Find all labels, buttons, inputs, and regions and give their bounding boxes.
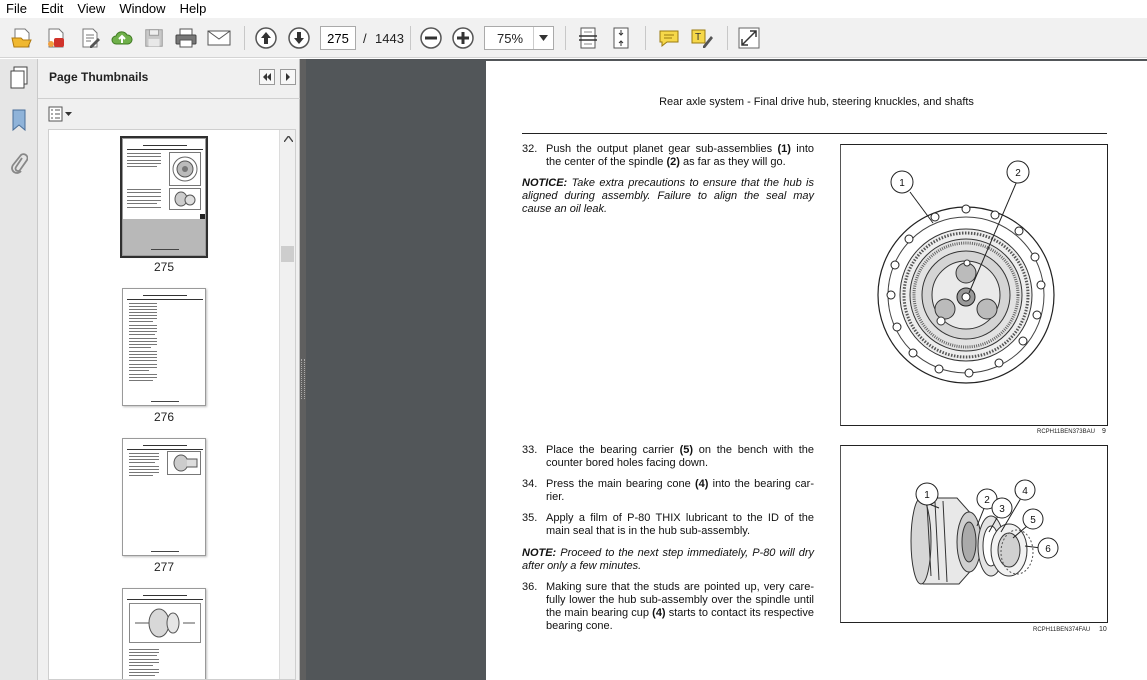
step-33: 33. Place the bearing carrier (5) on the… xyxy=(522,444,814,472)
thumbnail-number: 275 xyxy=(153,260,175,274)
step-number: 33. xyxy=(522,444,538,456)
figure-caption: RCPH11BEN373BAU xyxy=(1037,429,1095,435)
thumbnail-scrollbar[interactable] xyxy=(279,130,295,679)
highlight-text-icon[interactable]: T xyxy=(688,24,716,52)
svg-text:T: T xyxy=(695,32,701,43)
expand-icon[interactable] xyxy=(735,24,763,52)
callout-label: 5 xyxy=(1030,515,1036,526)
figure-number: 9 xyxy=(1102,428,1106,435)
create-pdf-icon[interactable] xyxy=(42,24,70,52)
step-text: Place the bearing carrier (5) on the ben… xyxy=(546,444,814,469)
callout-label: 1 xyxy=(899,178,905,189)
thumbnail-page-275[interactable] xyxy=(120,136,208,258)
menu-view[interactable]: View xyxy=(71,0,111,18)
step-36: 36. Making sure that the studs are point… xyxy=(522,581,814,635)
page-header: Rear axle system - Final drive hub, stee… xyxy=(659,96,974,108)
step-34: 34. Press the main bearing cone (4) into… xyxy=(522,478,814,506)
callout-label: 2 xyxy=(1015,168,1021,179)
thumbnail-page-276[interactable] xyxy=(122,288,206,406)
document-page: Rear axle system - Final drive hub, stee… xyxy=(486,61,1147,680)
notice-text: NOTICE: Take extra precautions to ensure… xyxy=(522,177,814,215)
toolbar: / 1443 75% T xyxy=(0,18,1147,58)
panel-title: Page Thumbnails xyxy=(49,70,149,84)
next-page-icon[interactable] xyxy=(285,24,313,52)
zoom-value: 75% xyxy=(497,31,524,46)
callout-label: 4 xyxy=(1022,486,1028,497)
pdf-viewer-window: File Edit View Window Help 275 / 1443 75… xyxy=(0,0,1147,680)
thumbnail-page-278[interactable] xyxy=(122,588,206,679)
splitter-grip[interactable] xyxy=(301,359,305,399)
callout-label: 3 xyxy=(999,504,1005,515)
document-viewer: Rear axle system - Final drive hub, stee… xyxy=(306,59,1147,680)
step-number: 36. xyxy=(522,581,538,593)
menu-file[interactable]: File xyxy=(0,0,33,18)
figure-number: 10 xyxy=(1099,626,1107,633)
callout-label: 2 xyxy=(984,495,990,506)
scrollbar-thumb[interactable] xyxy=(281,246,294,262)
thumbnail-number: 277 xyxy=(153,560,175,574)
callout-label: 6 xyxy=(1045,544,1051,555)
zoom-out-icon[interactable] xyxy=(417,24,445,52)
thumbnails-panel: Page Thumbnails 275 276 277 xyxy=(38,59,300,680)
step-text: Making sure that the studs are pointed u… xyxy=(546,581,814,632)
upload-cloud-icon[interactable] xyxy=(108,24,136,52)
step-number: 34. xyxy=(522,478,538,490)
thumbnails-header: Page Thumbnails xyxy=(38,59,300,99)
callout-label: 1 xyxy=(924,490,930,501)
header-rule xyxy=(522,133,1107,134)
page-number-input[interactable] xyxy=(320,26,356,50)
scroll-up-icon[interactable] xyxy=(280,132,295,146)
expand-panel-icon[interactable] xyxy=(280,69,296,85)
previous-page-icon[interactable] xyxy=(252,24,280,52)
zoom-select[interactable]: 75% xyxy=(484,26,554,50)
zoom-in-icon[interactable] xyxy=(449,24,477,52)
page-thumbnails-icon[interactable] xyxy=(6,65,32,91)
chevron-down-icon[interactable] xyxy=(533,27,553,49)
open-file-icon[interactable] xyxy=(8,24,36,52)
step-number: 32. xyxy=(522,143,538,155)
step-text: Apply a film of P-80 THIX lubricant to t… xyxy=(546,512,814,537)
comment-icon[interactable] xyxy=(655,24,683,52)
edit-pdf-icon[interactable] xyxy=(76,24,104,52)
step-text: Push the output planet gear sub-assembli… xyxy=(546,143,814,168)
thumbnail-options-menu[interactable] xyxy=(48,105,74,123)
menu-bar: File Edit View Window Help xyxy=(0,0,1147,18)
figure-9: 1 2 xyxy=(840,144,1108,426)
save-icon[interactable] xyxy=(140,24,168,52)
menu-edit[interactable]: Edit xyxy=(35,0,69,18)
bookmarks-icon[interactable] xyxy=(6,107,32,133)
menu-help[interactable]: Help xyxy=(174,0,213,18)
step-number: 35. xyxy=(522,512,538,524)
step-35: 35. Apply a film of P-80 THIX lubricant … xyxy=(522,512,814,540)
figure-caption: RCPH11BEN374FAU xyxy=(1033,627,1091,633)
menu-window[interactable]: Window xyxy=(113,0,171,18)
email-icon[interactable] xyxy=(205,24,233,52)
step-32: 32. Push the output planet gear sub-asse… xyxy=(522,143,814,171)
note-text: NOTE: Proceed to the next step immediate… xyxy=(522,547,814,572)
page-separator: / xyxy=(363,31,367,46)
final-drive-hub-top-view-illustration: 1 2 xyxy=(877,160,1055,384)
thumbnail-number: 276 xyxy=(153,410,175,424)
fit-width-scroll-icon[interactable] xyxy=(574,24,602,52)
print-icon[interactable] xyxy=(172,24,200,52)
figure-10: 1 2 3 4 5 6 xyxy=(840,445,1108,623)
thumbnail-page-277[interactable] xyxy=(122,438,206,556)
thumbnail-list: 275 276 277 xyxy=(48,129,296,680)
fit-page-icon[interactable] xyxy=(607,24,635,52)
total-pages: 1443 xyxy=(375,31,404,46)
collapse-panel-icon[interactable] xyxy=(259,69,275,85)
attachments-icon[interactable] xyxy=(6,151,32,177)
hub-bearing-exploded-illustration: 1 2 3 4 5 6 xyxy=(910,479,1059,585)
navigation-rail xyxy=(0,59,38,680)
step-text: Press the main bearing cone (4) into the… xyxy=(546,478,814,503)
